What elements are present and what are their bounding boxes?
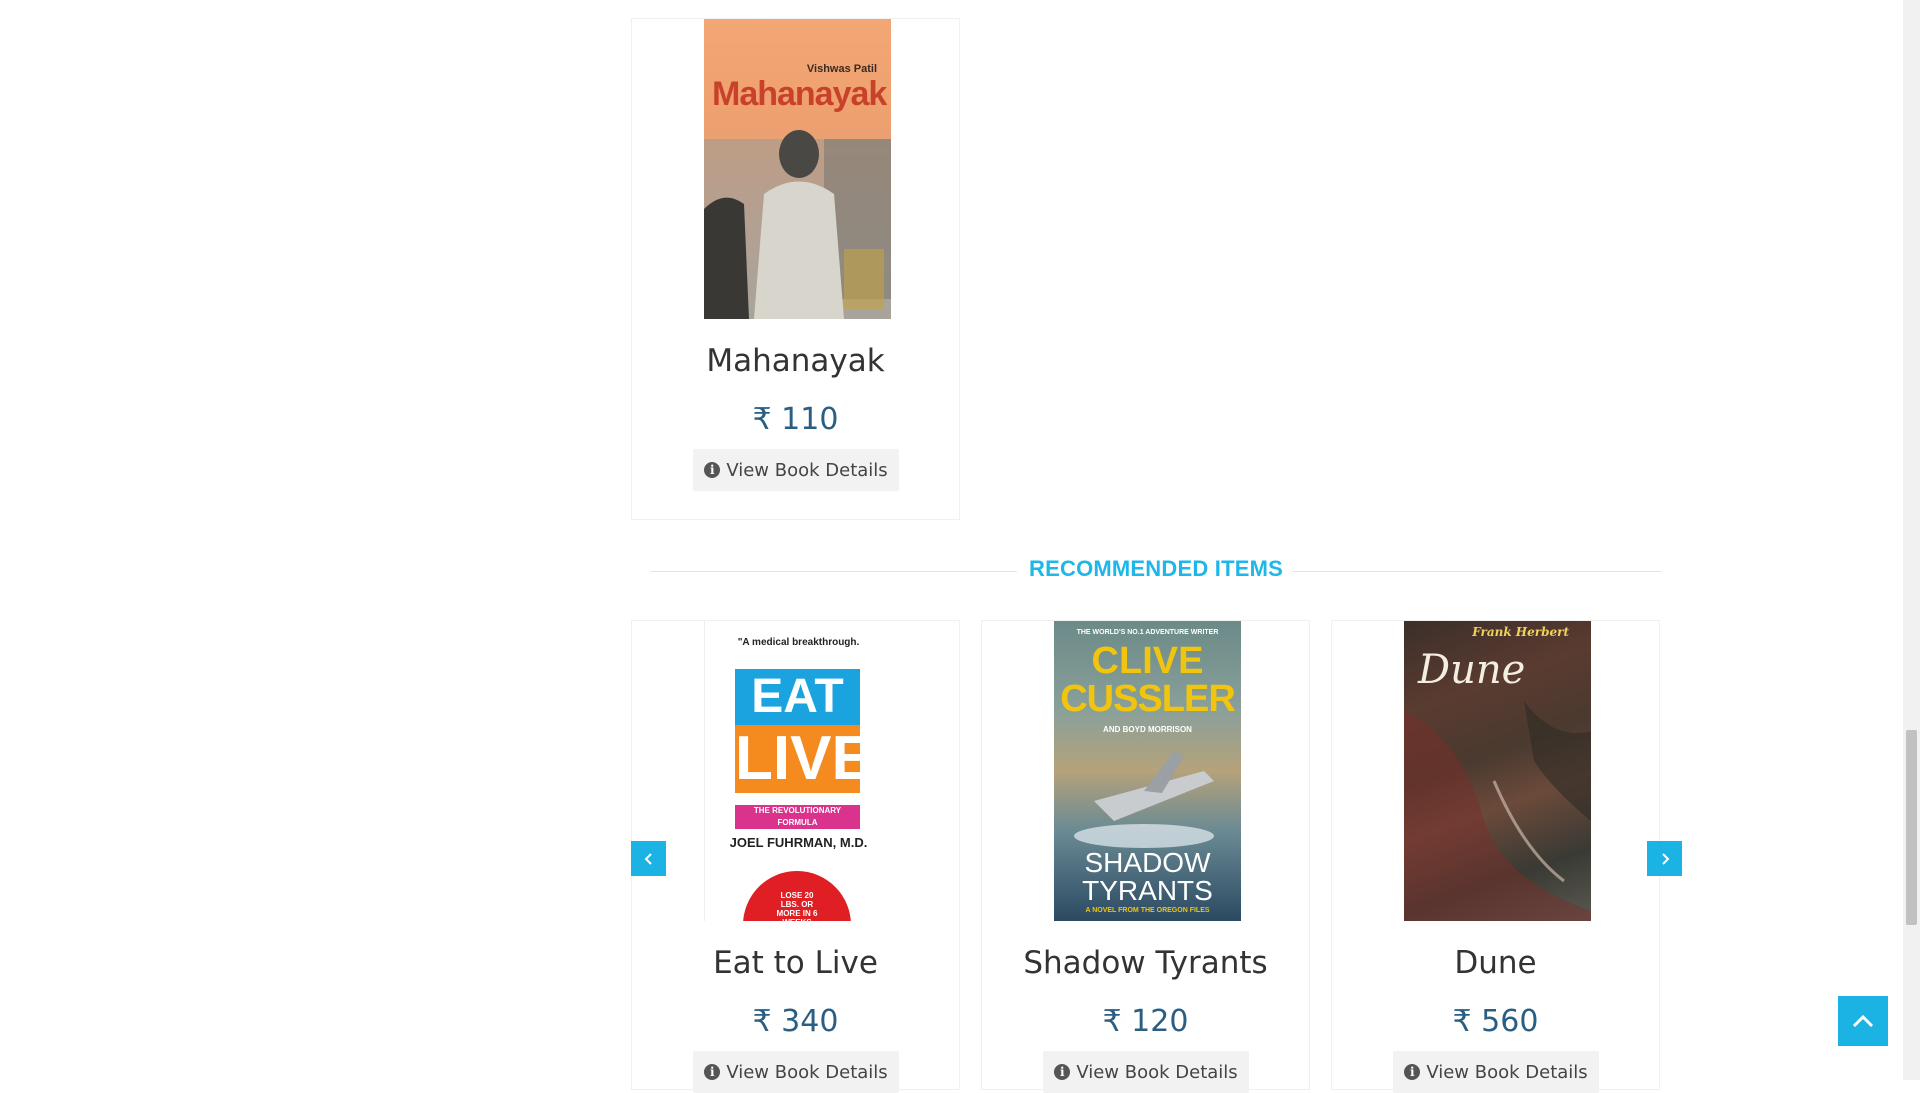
cover-landscape-illustration [1404, 701, 1591, 921]
cover-title-box-2: LIVE [735, 725, 873, 793]
book-price: ₹ 120 [1102, 1004, 1189, 1039]
carousel-prev-button[interactable] [631, 841, 666, 876]
book-cover-image[interactable]: THE WORLD'S NO.1 ADVENTURE WRITER CLIVE … [1054, 621, 1241, 921]
view-book-details-button[interactable]: i View Book Details [693, 449, 899, 491]
scroll-to-top-button[interactable] [1838, 996, 1888, 1046]
book-title[interactable]: Dune [1332, 945, 1659, 981]
book-cover-image[interactable]: "A medical breakthrough. EAT TO LIVE THE… [704, 621, 892, 921]
book-cover-image[interactable]: Vishwas Patil Mahanayak [704, 19, 891, 319]
cover-title-box-1: EAT TO [735, 669, 860, 779]
cover-tagline: THE REVOLUTIONARY FORMULA [753, 806, 842, 827]
book-title[interactable]: Mahanayak [632, 343, 959, 379]
view-book-details-button[interactable]: i View Book Details [1043, 1051, 1249, 1093]
button-label: View Book Details [726, 459, 888, 481]
cover-quote: "A medical breakthrough. [737, 637, 860, 648]
info-icon: i [1404, 1064, 1421, 1080]
book-title[interactable]: Eat to Live [632, 945, 959, 981]
section-title: RECOMMENDED ITEMS [1029, 556, 1283, 581]
book-price: ₹ 560 [1452, 1004, 1539, 1039]
cover-line-1: SHADOW [1084, 847, 1211, 878]
chevron-right-icon [1661, 852, 1669, 865]
cover-line-2: TYRANTS [1082, 875, 1213, 906]
recommended-items-heading: RECOMMENDED ITEMS [650, 556, 1662, 586]
cover-subtitle: A NOVEL FROM THE OREGON FILES [1085, 907, 1210, 914]
view-book-details-button[interactable]: i View Book Details [1393, 1051, 1599, 1093]
recommended-book-card[interactable]: "A medical breakthrough. EAT TO LIVE THE… [631, 620, 960, 1093]
button-label: View Book Details [726, 1061, 888, 1083]
cover-badge: LOSE 20 LBS. OR MORE IN 6 WEEKS [743, 871, 851, 921]
recommended-book-card[interactable]: THE WORLD'S NO.1 ADVENTURE WRITER CLIVE … [981, 620, 1310, 1093]
cover-author: JOEL FUHRMAN, M.D. [729, 835, 868, 850]
book-cover-image[interactable]: Frank Herbert Dune [1404, 621, 1591, 921]
info-icon: i [1054, 1064, 1071, 1080]
button-label: View Book Details [1426, 1061, 1588, 1083]
info-icon: i [704, 462, 721, 478]
chevron-left-icon [644, 852, 652, 865]
cover-line-2: LIVE [735, 724, 873, 793]
cover-figure-illustration [704, 130, 891, 319]
book-price: ₹ 110 [752, 402, 839, 437]
view-book-details-button[interactable]: i View Book Details [693, 1051, 899, 1093]
recommended-book-card[interactable]: Frank Herbert Dune Dune ₹ 560 i View Boo… [1331, 620, 1660, 1093]
book-title[interactable]: Shadow Tyrants [982, 945, 1309, 981]
cover-tagline-box: THE REVOLUTIONARY FORMULA [735, 805, 860, 829]
button-label: View Book Details [1076, 1061, 1238, 1083]
cover-badge-text: LOSE 20 LBS. OR MORE IN 6 WEEKS [776, 891, 818, 921]
book-price: ₹ 340 [752, 1004, 839, 1039]
carousel-next-button[interactable] [1647, 841, 1682, 876]
info-icon: i [704, 1064, 721, 1080]
featured-book-card[interactable]: Vishwas Patil Mahanayak Mahanayak ₹ 110 … [631, 18, 960, 520]
page-scrollbar-thumb[interactable] [1906, 730, 1917, 925]
chevron-up-icon [1852, 1014, 1874, 1028]
